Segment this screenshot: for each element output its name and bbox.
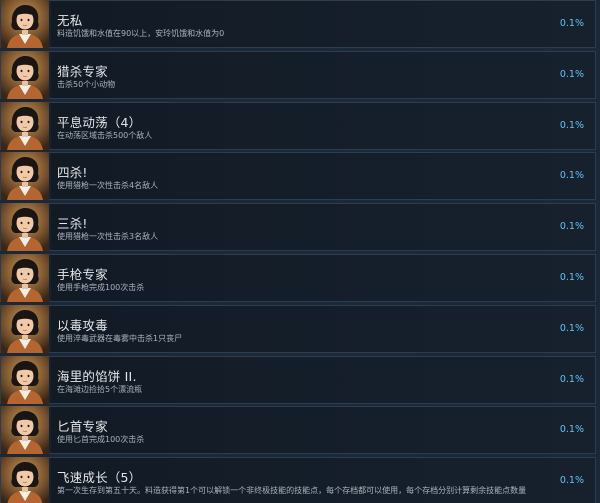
achievement-list: 无私 料造饥饿和水值在90以上，安玲饥饿和水值为0 0.1% 猎杀专家 击杀50个小动物… (0, 0, 600, 503)
achievement-row[interactable]: 飞速成长（5） 第一次生存到第五十天。料造获得第1个可以解锁一个非终极技能的技能点… (0, 457, 596, 503)
survivor-portrait-icon (1, 457, 49, 503)
achievement-title: 海里的馅饼 II. (57, 368, 137, 384)
achievement-row-background (51, 407, 595, 454)
achievement-description: 使用匕首完成100次击杀 (57, 435, 145, 445)
achievement-title: 平息动荡（4） (57, 114, 142, 130)
survivor-portrait-icon (1, 152, 49, 201)
achievement-unlock-percent: 0.1% (559, 322, 584, 334)
achievement-title: 猎杀专家 (57, 63, 108, 79)
achievement-title: 手枪专家 (57, 267, 108, 282)
achievement-description: 料造饥饿和水值在90以上，安玲饥饿和水值为0 (57, 29, 225, 38)
achievement-row-background (51, 204, 595, 251)
achievement-row[interactable]: 平息动荡（4） 在动荡区域击杀500个敌人 0.1% (0, 101, 596, 150)
achievement-title: 以毒攻毒 (57, 317, 108, 333)
achievement-unlock-percent: 0.1% (559, 272, 584, 283)
achievement-title: 四杀! (57, 165, 88, 181)
achievement-unlock-percent: 0.1% (559, 221, 584, 233)
survivor-portrait-icon (1, 355, 49, 404)
achievement-title: 三杀! (57, 216, 88, 232)
achievement-row-background (51, 255, 595, 301)
survivor-portrait-icon (1, 304, 49, 353)
survivor-portrait-icon (1, 254, 49, 302)
achievement-row-background (51, 1, 595, 47)
achievement-row[interactable]: 三杀! 使用猎枪一次性击杀3名敌人 0.1% (0, 203, 596, 252)
achievement-unlock-percent: 0.1% (559, 424, 584, 436)
achievement-description: 第一次生存到第五十天。料造获得第1个可以解锁一个非终极技能的技能点，每个存档都可… (57, 486, 527, 496)
achievement-row[interactable]: 四杀! 使用猎枪一次性击杀4名敌人 0.1% (0, 152, 596, 201)
achievement-description: 在海滩边捡拾5个漂流瓶 (57, 384, 143, 394)
survivor-portrait-icon (1, 203, 49, 252)
achievement-description: 使用手枪完成100次击杀 (57, 283, 145, 292)
achievement-title: 飞速成长（5） (57, 470, 142, 486)
achievement-row[interactable]: 手枪专家 使用手枪完成100次击杀 0.1% (0, 254, 596, 302)
achievement-row-background (51, 51, 595, 98)
achievement-row[interactable]: 海里的馅饼 II. 在海滩边捡拾5个漂流瓶 0.1% (0, 355, 596, 404)
achievement-description: 击杀50个小动物 (57, 79, 116, 89)
achievement-row[interactable]: 猎杀专家 击杀50个小动物 0.1% (0, 50, 596, 99)
achievement-unlock-percent: 0.1% (559, 170, 584, 182)
achievement-unlock-percent: 0.1% (559, 475, 584, 487)
survivor-portrait-icon (1, 406, 49, 455)
achievement-row-background (51, 305, 595, 352)
achievement-unlock-percent: 0.1% (559, 119, 584, 131)
achievement-unlock-percent: 0.1% (559, 18, 584, 29)
achievement-row-background (51, 153, 595, 200)
survivor-portrait-icon (1, 101, 49, 150)
survivor-portrait-icon (1, 0, 49, 48)
achievement-unlock-percent: 0.1% (559, 68, 584, 80)
achievement-description: 使用猎枪一次性击杀4名敌人 (57, 181, 159, 191)
achievement-description: 使用淬毒武器在毒雾中击杀1只丧尸 (57, 333, 183, 343)
achievement-title: 匕首专家 (57, 419, 108, 435)
survivor-portrait-icon (1, 50, 49, 99)
achievement-title: 无私 (57, 13, 83, 28)
achievement-unlock-percent: 0.1% (559, 373, 584, 385)
achievement-row[interactable]: 匕首专家 使用匕首完成100次击杀 0.1% (0, 406, 596, 455)
achievement-description: 在动荡区域击杀500个敌人 (57, 130, 153, 140)
achievement-description: 使用猎枪一次性击杀3名敌人 (57, 232, 159, 242)
achievement-row[interactable]: 以毒攻毒 使用淬毒武器在毒雾中击杀1只丧尸 0.1% (0, 304, 596, 353)
achievement-row[interactable]: 无私 料造饥饿和水值在90以上，安玲饥饿和水值为0 0.1% (0, 0, 596, 48)
